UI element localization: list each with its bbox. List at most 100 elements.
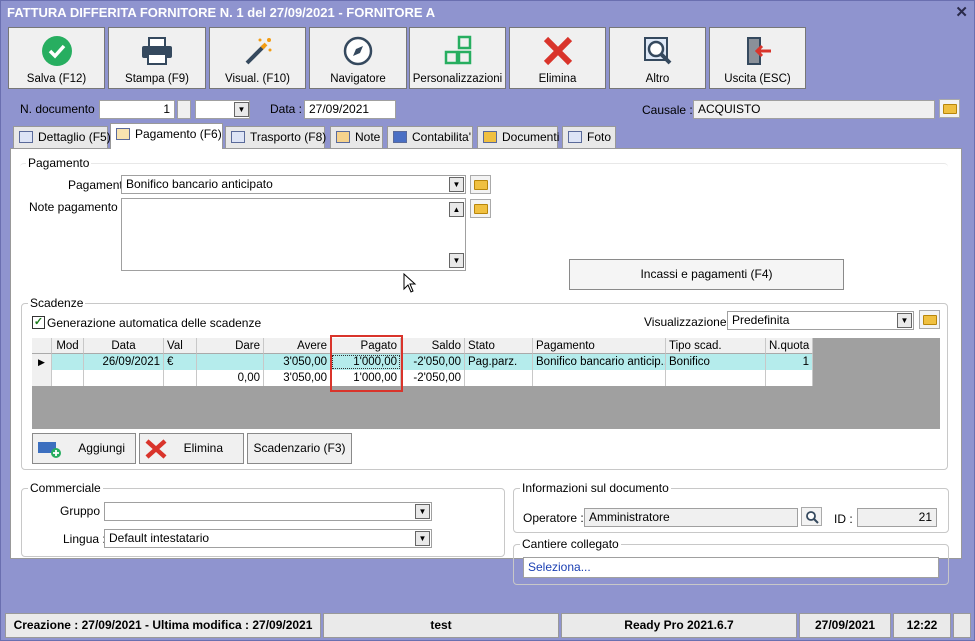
briefcase-icon [483, 131, 497, 143]
column-header[interactable]: Avere [264, 338, 331, 354]
exit-door-icon [710, 34, 805, 68]
add-card-icon [38, 442, 61, 458]
operator-label: Operatore : [523, 511, 584, 525]
table-cell[interactable]: 1 [766, 354, 813, 370]
table-cell: -2'050,00 [401, 370, 465, 386]
application-window: FATTURA DIFFERITA FORNITORE N. 1 del 27/… [0, 0, 975, 641]
document-number-field[interactable]: 1 [99, 100, 175, 119]
payment-notes-textarea[interactable] [121, 198, 466, 271]
save-button[interactable]: Salva (F12) [8, 27, 105, 89]
tab-foto[interactable]: Foto [562, 126, 616, 148]
commerciale-group-title: Commerciale [28, 481, 103, 495]
column-header[interactable]: Mod [52, 338, 84, 354]
column-header[interactable]: Dare [197, 338, 264, 354]
payment-icon [116, 128, 130, 140]
delete-button[interactable]: Elimina [509, 27, 606, 89]
title-bar: FATTURA DIFFERITA FORNITORE N. 1 del 27/… [1, 1, 974, 25]
exit-button[interactable]: Uscita (ESC) [709, 27, 806, 89]
column-header[interactable]: Val [164, 338, 197, 354]
tab-trasporto[interactable]: Trasporto (F8) [225, 126, 326, 148]
other-button[interactable]: Altro [609, 27, 706, 89]
close-icon[interactable]: ✕ [955, 1, 968, 25]
cantiere-select-link[interactable]: Seleziona... [523, 557, 939, 578]
scroll-up-icon[interactable]: ▲ [449, 202, 464, 217]
chevron-down-icon[interactable]: ▼ [449, 177, 464, 192]
table-cell[interactable] [52, 354, 84, 370]
status-dates: Creazione : 27/09/2021 - Ultima modifica… [5, 613, 321, 638]
table-cell [84, 370, 164, 386]
customize-button[interactable]: Personalizzazioni [409, 27, 506, 89]
mouse-cursor-icon [403, 273, 417, 293]
exit-label: Uscita (ESC) [724, 73, 791, 85]
scadenze-group-title: Scadenze [28, 296, 86, 310]
save-label: Salva (F12) [26, 73, 87, 85]
row-marker[interactable]: ▶ [32, 354, 52, 370]
navigator-button[interactable]: Navigatore [309, 27, 407, 89]
chevron-down-icon[interactable]: ▼ [415, 531, 430, 546]
folder-icon[interactable] [470, 175, 491, 194]
date-label: Data : [270, 102, 303, 116]
payment-method-select[interactable]: Bonifico bancario anticipato [121, 175, 466, 194]
column-header[interactable]: Stato [465, 338, 533, 354]
language-label: Lingua : [63, 532, 106, 546]
column-header[interactable]: N.quota [766, 338, 813, 354]
preview-button[interactable]: Visual. (F10) [209, 27, 306, 89]
operator-field[interactable]: Amministratore [584, 508, 798, 527]
tab-pagamento[interactable]: Pagamento (F6) [110, 123, 223, 149]
highlight-box [330, 335, 403, 392]
id-label: ID : [834, 512, 853, 526]
status-date: 27/09/2021 [799, 613, 891, 638]
auto-schedule-checkbox[interactable]: ✓ [32, 316, 45, 329]
group-select[interactable] [104, 502, 432, 521]
table-cell[interactable]: € [164, 354, 197, 370]
tab-note[interactable]: Note [330, 126, 383, 148]
table-cell[interactable]: Pag.parz. [465, 354, 533, 370]
tab-contabilita[interactable]: Contabilita' [387, 126, 473, 148]
preview-label: Visual. (F10) [225, 73, 290, 85]
scroll-down-icon[interactable]: ▼ [449, 253, 464, 268]
column-header[interactable]: Tipo scad. [666, 338, 766, 354]
language-select[interactable]: Default intestatario [104, 529, 432, 548]
table-cell [465, 370, 533, 386]
causale-field[interactable]: ACQUISTO [693, 100, 935, 119]
scadenzario-button[interactable]: Scadenzario (F3) [247, 433, 352, 464]
auto-schedule-label: Generazione automatica delle scadenze [47, 316, 262, 330]
tab-documenti[interactable]: Documenti [477, 126, 559, 148]
column-header[interactable]: Data [84, 338, 164, 354]
row-marker [32, 370, 52, 386]
add-button[interactable]: Aggiungi [32, 433, 136, 464]
visualization-select[interactable]: Predefinita [727, 311, 914, 330]
magnifier-icon[interactable] [801, 507, 822, 526]
chevron-down-icon[interactable]: ▼ [897, 313, 912, 328]
info-group-title: Informazioni sul documento [520, 481, 671, 495]
red-x-icon [510, 34, 605, 68]
column-header[interactable]: Pagamento [533, 338, 666, 354]
resize-grip-icon[interactable] [953, 613, 971, 638]
table-icon [19, 131, 33, 143]
table-cell[interactable]: Bonifico bancario anticip... [533, 354, 666, 370]
column-header[interactable]: Saldo [401, 338, 465, 354]
note-icon [336, 131, 350, 143]
payment-notes-label: Note pagamento : [29, 200, 125, 214]
date-field[interactable]: 27/09/2021 [304, 100, 396, 119]
delete-row-button[interactable]: Elimina [139, 433, 244, 464]
causale-label: Causale : [642, 103, 693, 117]
table-cell[interactable]: 3'050,00 [264, 354, 331, 370]
tab-dettaglio[interactable]: Dettaglio (F5) [13, 126, 111, 148]
row-marker-header [32, 338, 52, 354]
chevron-down-icon[interactable]: ▼ [415, 504, 430, 519]
incassi-pagamenti-button[interactable]: Incassi e pagamenti (F4) [569, 259, 844, 290]
table-cell[interactable] [197, 354, 264, 370]
print-button[interactable]: Stampa (F9) [108, 27, 206, 89]
delete-label: Elimina [538, 73, 577, 85]
table-cell[interactable]: Bonifico [666, 354, 766, 370]
table-cell[interactable]: 26/09/2021 [84, 354, 164, 370]
folder-icon[interactable] [919, 310, 940, 329]
folder-icon[interactable] [470, 199, 491, 218]
status-user: test [323, 613, 559, 638]
folder-icon[interactable] [939, 99, 960, 118]
table-cell [52, 370, 84, 386]
table-cell[interactable]: -2'050,00 [401, 354, 465, 370]
chevron-down-icon[interactable]: ▼ [234, 102, 249, 117]
document-spinner[interactable] [177, 100, 191, 119]
